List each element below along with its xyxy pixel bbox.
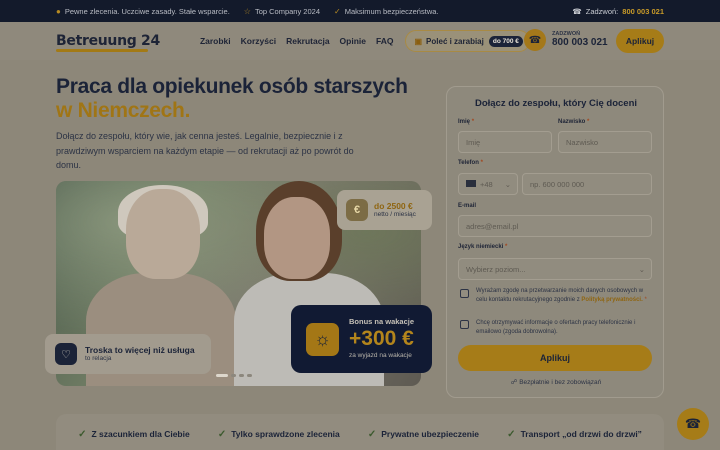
salary-amount: do 2500 € — [374, 200, 413, 211]
carousel-dot[interactable] — [239, 374, 244, 377]
apply-button-header[interactable]: Aplikuj — [616, 29, 664, 53]
phone-prefix: +48 — [480, 179, 493, 189]
topbar-contact-number[interactable]: 800 003 021 — [622, 7, 664, 16]
gift-icon: ▣ — [414, 36, 423, 46]
salary-sub: netto / miesiąc — [374, 211, 416, 219]
topbar-text: Maksimum bezpieczeństwa. — [344, 6, 439, 16]
topbar-contact-label: Zadzwoń: — [585, 6, 619, 16]
care-title: Troska to więcej niż usługa — [85, 345, 195, 355]
chevron-down-icon: ⌄ — [638, 264, 645, 274]
main-header: Betreuung 24 Zarobki Korzyści Rekrutacja… — [0, 22, 720, 60]
flag-poland-icon — [466, 179, 476, 187]
nav-item-rekrutacja[interactable]: Rekrutacja — [286, 36, 329, 46]
check-icon: ✓ — [334, 6, 341, 16]
check-circle-icon: ✓ — [367, 428, 377, 440]
phone-icon: ☎ — [524, 29, 546, 51]
feature-item: ✓ Tylko sprawdzone zlecenia — [217, 428, 340, 440]
consent-privacy-checkbox[interactable] — [460, 289, 469, 298]
email-input[interactable]: adres@email.pl — [458, 215, 652, 237]
refer-badge: do 700 € — [488, 35, 523, 47]
consent-marketing-text: Chcę otrzymywać informacje o ofertach pr… — [476, 320, 636, 335]
care-sub: to relacja — [85, 355, 112, 363]
refer-label: Poleć i zarabiaj — [426, 36, 484, 46]
phone-input[interactable]: np. 600 000 000 — [522, 173, 652, 195]
topbar-item-safety: ✓ Maksimum bezpieczeństwa. — [334, 7, 439, 16]
topbar-contact[interactable]: ☎ Zadzwoń: 800 003 021 — [572, 7, 664, 16]
feature-item: ✓ Z szacunkiem dla Ciebie — [78, 428, 190, 440]
floating-call-button[interactable]: ☎ — [677, 408, 709, 440]
carousel-dot[interactable] — [247, 374, 252, 377]
free-note: ☍ Bezpłatnie i bez zobowiązań — [510, 379, 602, 386]
top-info-bar: ● Pewne zlecenia. Uczciwe zasady. Stałe … — [0, 0, 720, 22]
bonus-label: Bonus na wakacje — [349, 317, 415, 326]
sun-icon: ☼ — [306, 323, 339, 356]
features-bar: ✓ Z szacunkiem dla Ciebie ✓ Tylko sprawdzo… — [56, 414, 664, 450]
phone-prefix-select[interactable]: +48 ⌄ — [458, 173, 518, 195]
email-label: E-mail — [458, 203, 477, 209]
header-call-text: ZADZWOŃ 800 003 021 — [552, 32, 608, 48]
submit-button[interactable]: Aplikuj — [458, 345, 652, 371]
nav-item-zarobki[interactable]: Zarobki — [200, 36, 231, 46]
refer-button[interactable]: ▣ Poleć i zarabiaj do 700 € — [405, 30, 530, 52]
salary-card: € do 2500 € netto / miesiąc — [337, 190, 432, 230]
last-name-input[interactable]: Nazwisko — [558, 131, 652, 153]
header-call[interactable]: ☎ ZADZWOŃ 800 003 021 — [524, 29, 608, 51]
application-form: Dołącz do zespołu, który Cię doceni Imię… — [446, 86, 664, 398]
heart-icon: ♡ — [55, 343, 77, 365]
carousel-dot[interactable] — [231, 374, 236, 377]
carousel-dot[interactable] — [216, 374, 228, 377]
first-name-input[interactable]: Imię — [458, 131, 552, 153]
hero-title-line1: Praca dla opiekunek osób starszych — [56, 75, 408, 98]
location-pin-icon: ● — [56, 6, 61, 16]
language-placeholder: Wybierz poziom... — [466, 264, 526, 274]
logo[interactable]: Betreuung 24 — [56, 33, 160, 52]
lock-icon: ☍ — [510, 379, 518, 386]
form-title: Dołącz do zespołu, który Cię doceni — [474, 98, 638, 109]
hero-lead: Dołącz do zespołu, który wie, jak cenna … — [56, 131, 354, 170]
nav-item-faq[interactable]: FAQ — [376, 36, 393, 46]
logo-text: Betreuung 24 — [56, 33, 160, 49]
topbar-text: Top Company 2024 — [254, 6, 320, 16]
main-nav: Zarobki Korzyści Rekrutacja Opinie FAQ — [200, 36, 404, 46]
topbar-item-award: ☆ Top Company 2024 — [244, 7, 320, 16]
phone-icon: ☎ — [684, 416, 702, 431]
carousel-dots — [216, 374, 255, 377]
privacy-policy-link[interactable]: Polityką prywatności. — [581, 297, 642, 303]
topbar-text: Pewne zlecenia. Uczciwe zasady. Stałe ws… — [64, 6, 230, 16]
feature-item: ✓ Transport „od drzwi do drzwi” — [507, 428, 642, 440]
euro-icon: € — [346, 199, 368, 221]
nav-item-opinie[interactable]: Opinie — [340, 36, 366, 46]
star-icon: ☆ — [243, 6, 251, 16]
bonus-value: +300 € — [349, 327, 414, 350]
nav-item-korzysci[interactable]: Korzyści — [241, 36, 276, 46]
language-label: Język niemiecki * — [458, 244, 508, 250]
photo-carer-face — [264, 197, 330, 279]
first-name-label: Imię * — [458, 119, 475, 125]
bonus-sub: za wyjazd na wakacje — [349, 352, 412, 359]
feature-item: ✓ Prywatne ubezpieczenie — [367, 428, 480, 440]
last-name-label: Nazwisko * — [558, 119, 590, 125]
logo-underline — [56, 49, 148, 52]
hero-title: Praca dla opiekunek osób starszych w Nie… — [56, 75, 408, 123]
topbar-item-trust: ● Pewne zlecenia. Uczciwe zasady. Stałe … — [56, 7, 230, 16]
phone-icon: ☎ — [572, 6, 582, 16]
consent-marketing-checkbox[interactable] — [460, 320, 469, 329]
hero-title-accent: w Niemczech. — [56, 99, 191, 122]
check-circle-icon: ✓ — [78, 428, 87, 440]
chevron-down-icon: ⌄ — [504, 179, 511, 189]
consent-privacy-text: Wyrażam zgodę na przetwarzanie moich dan… — [476, 288, 647, 303]
photo-elder-face — [126, 189, 200, 279]
call-number: 800 003 021 — [552, 36, 608, 48]
check-circle-icon: ✓ — [217, 428, 227, 440]
language-select[interactable]: Wybierz poziom... ⌄ — [458, 258, 652, 280]
check-circle-icon: ✓ — [507, 428, 516, 440]
phone-label: Telefon * — [458, 160, 483, 166]
care-card: ♡ Troska to więcej niż usługa to relacja — [45, 334, 211, 374]
bonus-card: ☼ Bonus na wakacje +300 € za wyjazd na w… — [291, 305, 432, 373]
